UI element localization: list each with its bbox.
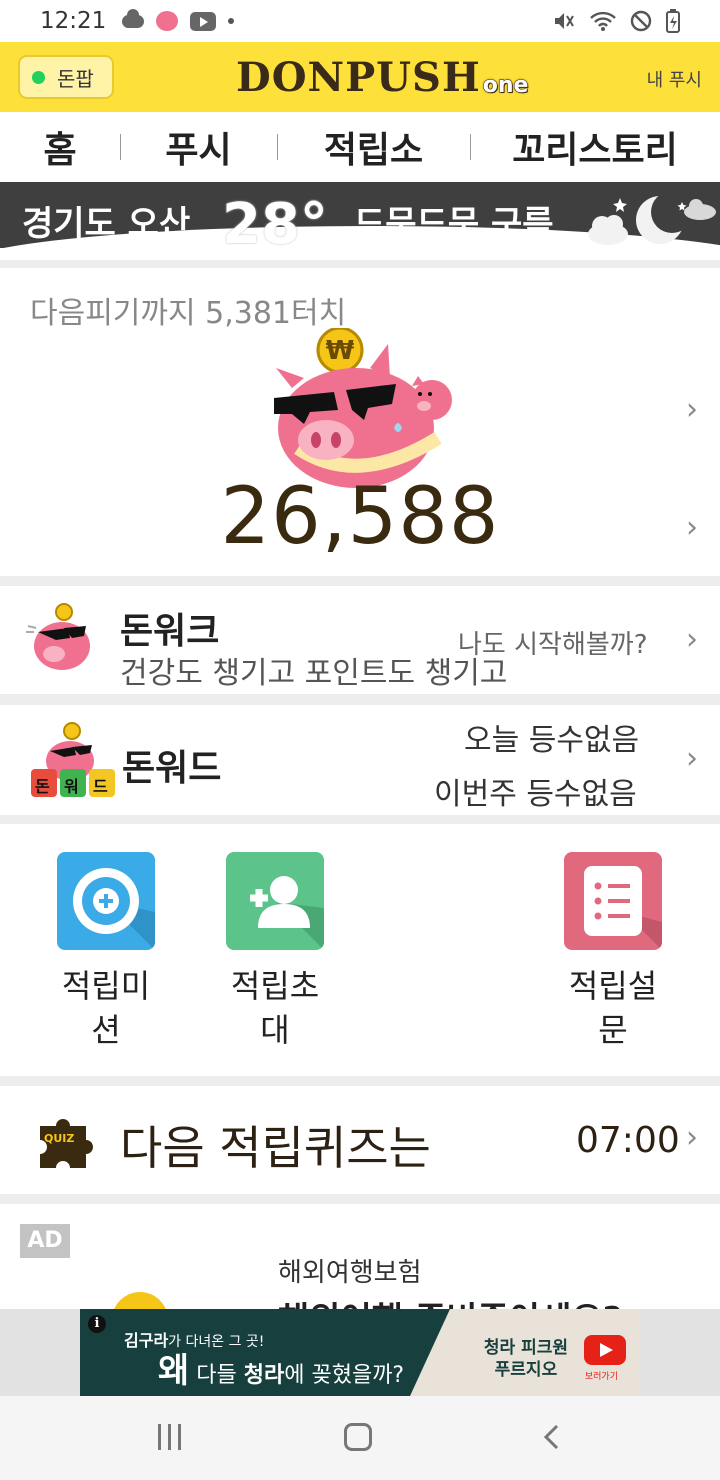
point-balance: 26,588 bbox=[220, 472, 500, 562]
piggy-balance-card[interactable]: 다음피기까지 5,381터치 ₩ 26,588 › › bbox=[0, 268, 720, 576]
donword-tile-2: 워 bbox=[64, 777, 79, 796]
donword-today-rank: 오늘 등수없음 bbox=[464, 723, 640, 758]
app-header: 돈팝 DONPUSH one 내 푸시 bbox=[0, 42, 720, 112]
banner-ad-brand: 청라 피크원 푸르지오 bbox=[483, 1338, 568, 1380]
target-plus-icon bbox=[57, 852, 155, 950]
status-bar: 12:21 bbox=[0, 0, 720, 42]
logo-main-text: DONPUSH bbox=[236, 54, 481, 101]
youtube-notification-icon bbox=[190, 11, 217, 31]
banner-ad[interactable]: i 김구라가 다녀온 그 곳! 왜 다들 청라에 꽂혔을까? 청라 피크원 푸르… bbox=[80, 1309, 640, 1396]
native-ad-card[interactable]: AD 해외여행보험 해외여행 준비중이세요? bbox=[0, 1204, 720, 1310]
earn-survey-button[interactable]: 적립설 문 bbox=[543, 852, 683, 1052]
weather-cloud-icon bbox=[122, 8, 145, 28]
donwalk-pig-icon bbox=[26, 603, 90, 670]
main-tab-bar: 홈 푸시 적립소 꼬리스토리 bbox=[0, 112, 720, 182]
tab-tail-story-label: 꼬리스토리 bbox=[512, 130, 678, 171]
banner-ad-why: 왜 bbox=[158, 1351, 190, 1391]
add-person-icon bbox=[226, 852, 324, 950]
banner-ad-line2: 왜 다들 청라에 꽂혔을까? bbox=[158, 1343, 404, 1392]
donword-tile-1: 돈 bbox=[35, 777, 50, 796]
donwalk-row[interactable]: 돈워크 건강도 챙기고 포인트도 챙기고 나도 시작해볼까? › bbox=[0, 586, 720, 694]
donword-row[interactable]: 돈 워 드 돈워드 오늘 등수없음 이번주 등수없음 › bbox=[0, 705, 720, 815]
partly-cloudy-night-icon bbox=[588, 191, 716, 245]
ad-subtitle: 해외여행보험 bbox=[278, 1258, 422, 1288]
tab-earn-store-label: 적립소 bbox=[323, 130, 424, 171]
chevron-right-icon[interactable]: › bbox=[686, 392, 698, 427]
donwalk-cta[interactable]: 나도 시작해볼까? bbox=[458, 624, 648, 661]
tab-tail-story[interactable]: 꼬리스토리 bbox=[470, 112, 720, 182]
donwalk-title: 돈워크 bbox=[120, 611, 220, 652]
home-screen: 12:21 돈팝 DONPUSH one 내 푸시 홈 푸시 적립소 꼬리스토리… bbox=[0, 0, 720, 1480]
chevron-right-icon[interactable]: › bbox=[686, 741, 698, 776]
battery-icon bbox=[666, 9, 680, 33]
ad-headline: 해외여행 준비중이세요? bbox=[278, 1292, 622, 1310]
home-icon[interactable] bbox=[344, 1423, 372, 1451]
more-notifications-icon bbox=[228, 18, 235, 24]
logo-suffix-text: one bbox=[482, 73, 529, 99]
donpop-toggle-button[interactable]: 돈팝 bbox=[18, 55, 114, 99]
donpop-status-dot bbox=[32, 70, 45, 84]
earn-actions-grid: 적립미 션 적립초 대 적립설 문 bbox=[0, 824, 720, 1076]
earn-invite-button[interactable]: 적립초 대 bbox=[205, 852, 345, 1052]
donword-title: 돈워드 bbox=[122, 748, 222, 789]
tab-push[interactable]: 푸시 bbox=[120, 112, 277, 182]
earn-invite-label: 적립초 대 bbox=[230, 967, 320, 1049]
youtube-play-icon[interactable] bbox=[584, 1335, 626, 1365]
system-nav-bar bbox=[0, 1396, 720, 1480]
quiz-next-time: 07:00 bbox=[576, 1120, 680, 1161]
donpop-label: 돈팝 bbox=[57, 66, 94, 91]
chevron-right-icon[interactable]: › bbox=[686, 510, 698, 545]
mute-icon bbox=[555, 13, 574, 29]
earn-survey-label: 적립설 문 bbox=[568, 967, 658, 1049]
quiz-icon-label: QUIZ bbox=[44, 1132, 75, 1145]
chevron-right-icon[interactable]: › bbox=[686, 622, 698, 657]
status-time: 12:21 bbox=[40, 8, 107, 34]
weather-temperature: 28° bbox=[222, 192, 328, 257]
tab-home[interactable]: 홈 bbox=[0, 112, 120, 182]
banner-ad-line2-pre: 다들 bbox=[189, 1363, 244, 1388]
earn-quiz-row[interactable]: QUIZ 다음 적립퀴즈는 07:00 › bbox=[0, 1086, 720, 1194]
ad-info-icon[interactable]: i bbox=[88, 1315, 106, 1333]
banner-ad-line2-rest: 에 꽂혔을까? bbox=[284, 1363, 405, 1388]
donword-tile-3: 드 bbox=[93, 777, 108, 796]
weather-banner[interactable]: 경기도 오산 28° 드문드문 구름 bbox=[0, 182, 720, 260]
next-pig-counter: 다음피기까지 5,381터치 bbox=[30, 296, 347, 331]
donword-week-rank: 이번주 등수없음 bbox=[434, 777, 637, 812]
earn-mission-button[interactable]: 적립미 션 bbox=[36, 852, 176, 1052]
earn-mission-label: 적립미 션 bbox=[61, 967, 151, 1049]
back-icon[interactable] bbox=[538, 1422, 568, 1452]
my-push-link[interactable]: 내 푸시 bbox=[647, 66, 702, 92]
wifi-icon bbox=[590, 11, 616, 31]
tab-divider bbox=[277, 134, 278, 160]
svg-text:₩: ₩ bbox=[326, 336, 355, 366]
do-not-disturb-icon bbox=[630, 10, 652, 32]
tab-earn-store[interactable]: 적립소 bbox=[277, 112, 470, 182]
tab-divider bbox=[120, 134, 121, 160]
ad-coin-icon bbox=[112, 1292, 168, 1310]
banner-ad-place: 청라 bbox=[243, 1363, 285, 1388]
tab-push-label: 푸시 bbox=[165, 130, 232, 171]
donpush-notification-icon bbox=[156, 11, 179, 31]
quiz-title: 다음 적립퀴즈는 bbox=[120, 1121, 431, 1175]
donwalk-subtitle: 건강도 챙기고 포인트도 챙기고 bbox=[120, 656, 508, 691]
ad-tag: AD bbox=[20, 1224, 70, 1258]
survey-list-icon bbox=[564, 852, 662, 950]
weather-condition: 드문드문 구름 bbox=[354, 204, 554, 244]
tab-divider bbox=[470, 134, 471, 160]
recent-apps-icon[interactable] bbox=[156, 1424, 186, 1450]
banner-ad-video-label: 보러가기 bbox=[584, 1372, 618, 1382]
weather-location: 경기도 오산 bbox=[22, 204, 191, 244]
piggy-bank-mascot-icon: ₩ bbox=[274, 328, 452, 488]
tab-home-label: 홈 bbox=[43, 130, 77, 171]
donpush-logo: DONPUSH one bbox=[236, 50, 529, 106]
chevron-right-icon[interactable]: › bbox=[686, 1120, 698, 1155]
